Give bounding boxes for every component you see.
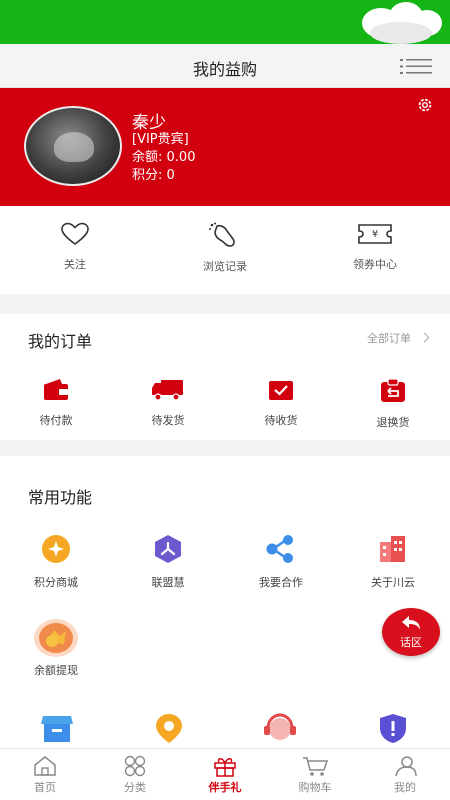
- reply-arrow-icon: [402, 616, 420, 630]
- nav-bar: 我的益购: [0, 44, 450, 88]
- status-bar: [0, 0, 450, 44]
- balance-value: 0.00: [166, 150, 196, 165]
- profile-header: 秦少 [VIP贵宾] 余额: 0.00 积分: 0: [0, 88, 450, 206]
- order-status-label: 待发货: [151, 414, 185, 427]
- order-status-label: 待收货: [264, 414, 298, 427]
- tab-mine[interactable]: 我的: [360, 755, 450, 795]
- quick-link-history[interactable]: 浏览记录: [150, 222, 300, 274]
- function-label: 余额提现: [34, 664, 78, 677]
- all-orders-link[interactable]: 全部订单: [367, 330, 430, 346]
- building-icon: [380, 536, 405, 562]
- chevron-right-icon: [419, 332, 430, 343]
- functions-title: 常用功能: [28, 488, 93, 507]
- page-title: 我的益购: [192, 60, 257, 79]
- menu-icon[interactable]: [400, 58, 432, 74]
- orders-card: 我的订单 全部订单 待付款 待发货 待收货 退换货: [0, 314, 450, 440]
- tab-label: 购物车: [298, 781, 332, 794]
- user-icon: [395, 756, 417, 777]
- tab-label: 我的: [394, 781, 416, 794]
- location-pin-icon[interactable]: [152, 712, 186, 744]
- footprint-icon: [209, 222, 235, 247]
- cart-icon: [303, 757, 329, 776]
- tab-category[interactable]: 分类: [90, 755, 180, 795]
- function-label: 积分商城: [34, 576, 78, 589]
- tab-home[interactable]: 首页: [0, 755, 90, 795]
- order-status-return[interactable]: 退换货: [337, 378, 449, 430]
- points-mall-icon: [42, 535, 70, 563]
- order-status-label: 退换货: [376, 416, 410, 429]
- all-orders-label: 全部订单: [367, 332, 411, 345]
- home-icon: [34, 756, 56, 776]
- gear-icon[interactable]: [416, 96, 434, 114]
- balance-label: 余额:: [132, 150, 163, 165]
- service-icon[interactable]: [262, 712, 298, 744]
- function-alliance[interactable]: 联盟慧: [112, 534, 224, 590]
- wallet-icon: [44, 379, 68, 400]
- order-status-pending-payment[interactable]: 待付款: [0, 378, 112, 428]
- coupon-icon: ¥: [358, 224, 392, 244]
- quick-link-coupons[interactable]: ¥ 领券中心: [300, 222, 450, 272]
- function-label: 联盟慧: [151, 576, 185, 589]
- function-points-mall[interactable]: 积分商城: [0, 534, 112, 590]
- tab-label: 伴手礼: [208, 781, 242, 794]
- truck-icon: [152, 380, 183, 401]
- quick-link-follow[interactable]: 关注: [0, 222, 150, 272]
- functions-card: 常用功能 积分商城 联盟慧 我要合作 关于川云 余额提现: [0, 456, 450, 748]
- function-about[interactable]: 关于川云: [337, 534, 449, 590]
- order-status-label: 待付款: [39, 414, 73, 427]
- quick-link-label: 浏览记录: [203, 260, 247, 273]
- function-label: 我要合作: [259, 576, 303, 589]
- tab-label: 首页: [34, 781, 56, 794]
- orders-title: 我的订单: [28, 332, 93, 351]
- cloud-decoration: [370, 22, 432, 44]
- receive-box-icon: [269, 381, 293, 400]
- avatar[interactable]: [24, 106, 122, 186]
- return-icon: [381, 378, 405, 402]
- function-cooperate[interactable]: 我要合作: [225, 534, 337, 590]
- balance-row: 余额: 0.00: [132, 146, 195, 165]
- quick-links: 关注 浏览记录 ¥ 领券中心: [0, 206, 450, 294]
- coin-icon: [34, 619, 78, 657]
- chat-button[interactable]: 话区: [382, 608, 440, 656]
- points-label: 积分:: [132, 168, 163, 183]
- gift-icon: [214, 758, 236, 777]
- points-row: 积分: 0: [132, 164, 175, 183]
- quick-link-label: 关注: [64, 258, 86, 271]
- tab-cart[interactable]: 购物车: [270, 755, 360, 795]
- heart-icon: [61, 222, 89, 245]
- vip-level: [VIP贵宾]: [132, 132, 189, 147]
- points-value: 0: [166, 168, 175, 183]
- alliance-icon: [155, 535, 181, 563]
- share-icon: [266, 535, 293, 563]
- tab-bar: 首页 分类 伴手礼 购物车 我的: [0, 748, 450, 800]
- category-icon: [124, 755, 146, 777]
- tab-label: 分类: [124, 781, 146, 794]
- shop-icon[interactable]: [40, 714, 74, 744]
- svg-text:¥: ¥: [372, 229, 378, 240]
- tab-gift[interactable]: 伴手礼: [180, 755, 270, 795]
- quick-link-label: 领券中心: [353, 258, 397, 271]
- function-label: 关于川云: [371, 576, 415, 589]
- function-withdraw[interactable]: 余额提现: [0, 618, 112, 678]
- order-status-pending-receipt[interactable]: 待收货: [225, 378, 337, 428]
- chat-label: 话区: [400, 636, 422, 649]
- order-status-pending-shipment[interactable]: 待发货: [112, 378, 224, 428]
- shield-icon[interactable]: [378, 712, 408, 744]
